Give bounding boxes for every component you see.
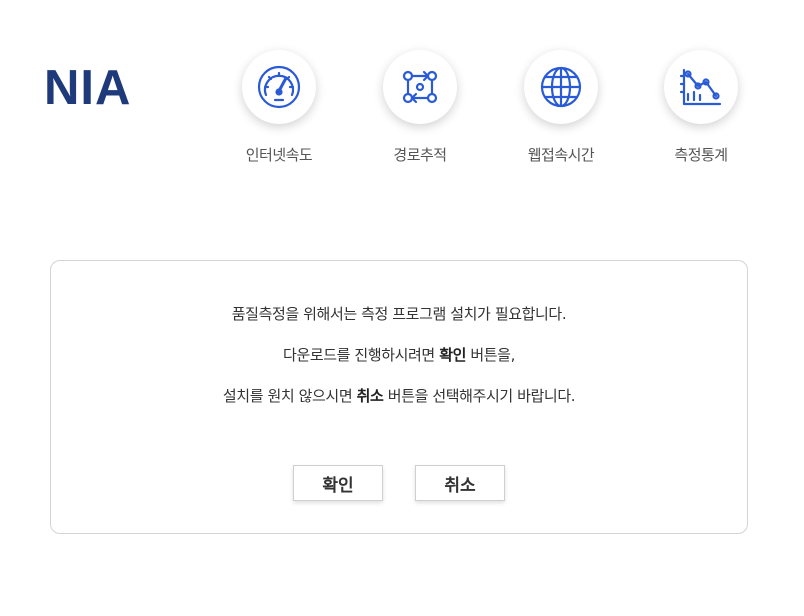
menu-internet-speed[interactable]: 인터넷속도 — [214, 50, 344, 165]
menu-icon-circle — [242, 50, 316, 124]
menu-label: 인터넷속도 — [245, 146, 313, 164]
message-text: 다운로드를 진행하시려면 — [283, 346, 440, 364]
message-text: 품질측정을 위해서는 측정 프로그램 설치가 필요합니다. — [231, 305, 567, 323]
globe-icon — [540, 66, 582, 108]
statistics-chart-icon — [679, 68, 722, 106]
menu-route-trace[interactable]: 경로추적 — [355, 50, 485, 165]
message-bold-confirm: 확인 — [439, 346, 466, 364]
message-text: 버튼을 선택해주시기 바랍니다. — [383, 387, 576, 405]
menu-label: 웹접속시간 — [527, 146, 595, 164]
nia-logo: NIA — [44, 61, 132, 115]
dialog-message-line-1: 품질측정을 위해서는 측정 프로그램 설치가 필요합니다. — [51, 303, 747, 324]
menu-icon-circle — [664, 50, 738, 124]
dialog-message-line-3: 설치를 원치 않으시면 취소 버튼을 선택해주시기 바랍니다. — [51, 385, 747, 406]
menu-web-access-time[interactable]: 웹접속시간 — [496, 50, 626, 165]
menu-label: 측정통계 — [674, 146, 728, 164]
menu-statistics[interactable]: 측정통계 — [636, 50, 766, 165]
menu-label: 경로추적 — [393, 146, 447, 164]
menu-icon-circle — [524, 50, 598, 124]
cancel-button[interactable]: 취소 — [415, 465, 505, 501]
confirm-button[interactable]: 확인 — [293, 465, 383, 501]
message-text: 설치를 원치 않으시면 — [222, 387, 357, 405]
route-trace-icon — [402, 70, 438, 104]
message-text: 버튼을, — [466, 346, 515, 364]
menu-icon-circle — [383, 50, 457, 124]
speedometer-icon — [257, 65, 301, 109]
message-bold-cancel: 취소 — [356, 387, 384, 405]
dialog-message-line-2: 다운로드를 진행하시려면 확인 버튼을, — [51, 344, 747, 365]
install-dialog: 품질측정을 위해서는 측정 프로그램 설치가 필요합니다. 다운로드를 진행하시… — [50, 260, 748, 534]
